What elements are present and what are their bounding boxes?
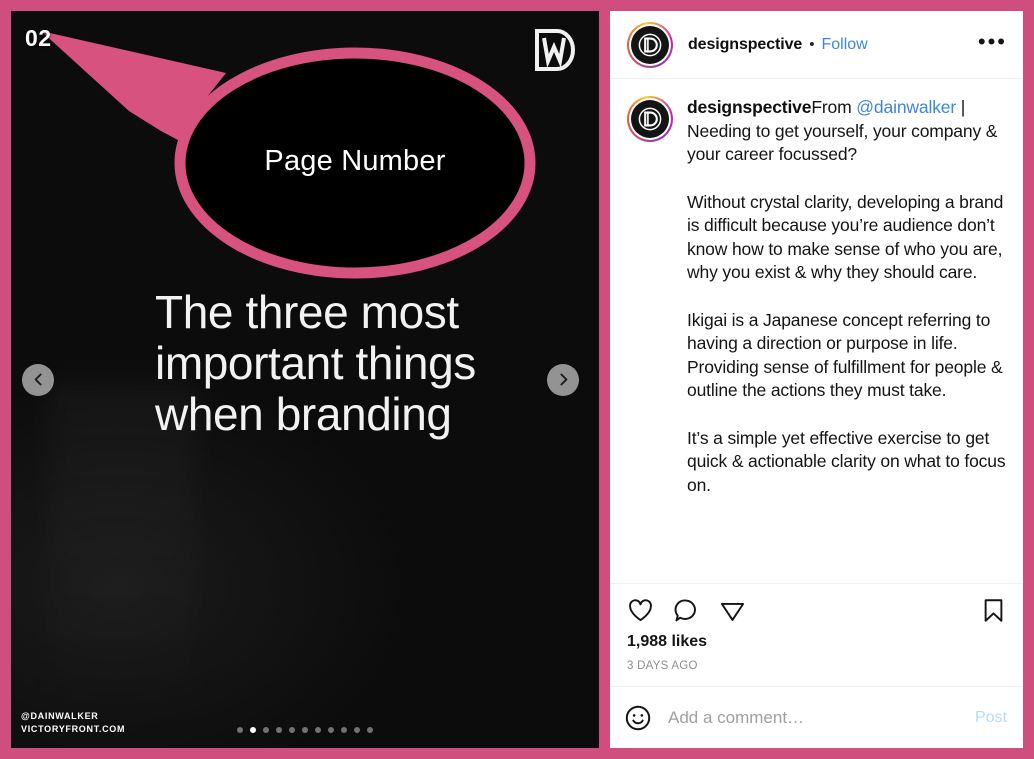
follow-button[interactable]: Follow	[821, 36, 867, 54]
post-header: designspective • Follow •••	[610, 11, 1023, 79]
likes-count[interactable]: 1,988 likes	[610, 626, 1023, 651]
add-comment-bar: Post	[610, 686, 1023, 748]
carousel-dot[interactable]	[367, 727, 373, 733]
avatar-inner-ring	[629, 23, 671, 66]
caption-paragraph: It’s a simple yet effective exercise to …	[687, 427, 1006, 495]
carousel-dot[interactable]	[328, 727, 334, 733]
more-options-button[interactable]: •••	[978, 30, 1007, 55]
post-actions-row	[610, 583, 1023, 626]
caption-text: designspectiveFrom @dainwalker | Needing…	[687, 96, 1010, 573]
share-paper-plane-icon[interactable]	[719, 597, 746, 624]
carousel-dot[interactable]	[341, 727, 347, 733]
chevron-left-icon	[34, 373, 42, 386]
carousel-dot[interactable]	[354, 727, 360, 733]
heart-icon[interactable]	[627, 597, 654, 624]
carousel-dot[interactable]	[289, 727, 295, 733]
header-separator: •	[809, 36, 815, 53]
carousel-dot[interactable]	[315, 727, 321, 733]
post-comment-button[interactable]: Post	[975, 709, 1007, 727]
watermark-handle: @DAINWALKER	[21, 710, 99, 721]
caption-paragraph: Ikigai is a Japanese concept referring t…	[687, 309, 1003, 401]
slide-page-number: 02	[25, 25, 52, 51]
carousel-dot[interactable]	[263, 727, 269, 733]
carousel-prev-button[interactable]	[22, 363, 54, 396]
carousel-next-button[interactable]	[547, 363, 579, 396]
caption-area: designspectiveFrom @dainwalker | Needing…	[610, 79, 1023, 583]
slide-headline: The three most important things when bra…	[155, 286, 476, 441]
carousel-dot[interactable]	[237, 727, 243, 733]
caption-paragraph: Without crystal clarity, developing a br…	[687, 191, 1004, 283]
carousel-dot[interactable]	[276, 727, 282, 733]
avatar-disc	[631, 25, 669, 64]
caption-mention[interactable]: @dainwalker	[856, 97, 956, 117]
smiley-face-icon[interactable]	[624, 704, 652, 732]
dw-monogram-logo-icon	[533, 27, 577, 73]
carousel-dot[interactable]	[302, 727, 308, 733]
carousel-dot[interactable]	[250, 727, 256, 733]
instagram-post-window: 02 Page Number The three most important …	[0, 0, 1034, 759]
carousel-dot-indicators[interactable]	[11, 727, 599, 733]
post-detail-pane: designspective • Follow ••• designspecti…	[610, 0, 1034, 759]
caption-username[interactable]: designspective	[687, 97, 811, 117]
caption-avatar[interactable]	[627, 96, 673, 142]
header-avatar[interactable]	[627, 21, 673, 68]
post-detail-card: designspective • Follow ••• designspecti…	[610, 11, 1023, 748]
chevron-right-icon	[559, 373, 567, 386]
bookmark-icon[interactable]	[980, 597, 1007, 624]
post-timestamp: 3 DAYS AGO	[627, 660, 698, 672]
carousel-media-pane: 02 Page Number The three most important …	[0, 0, 610, 759]
caption-intro-prefix: From	[811, 97, 857, 117]
comment-bubble-icon[interactable]	[673, 597, 700, 624]
comment-input[interactable]	[668, 707, 975, 728]
d-logo-icon	[638, 107, 662, 131]
annotation-label-text: Page Number	[264, 145, 446, 177]
d-logo-icon	[638, 33, 662, 56]
carousel-slide[interactable]: 02 Page Number The three most important …	[11, 11, 599, 748]
header-username[interactable]: designspective	[688, 36, 802, 54]
